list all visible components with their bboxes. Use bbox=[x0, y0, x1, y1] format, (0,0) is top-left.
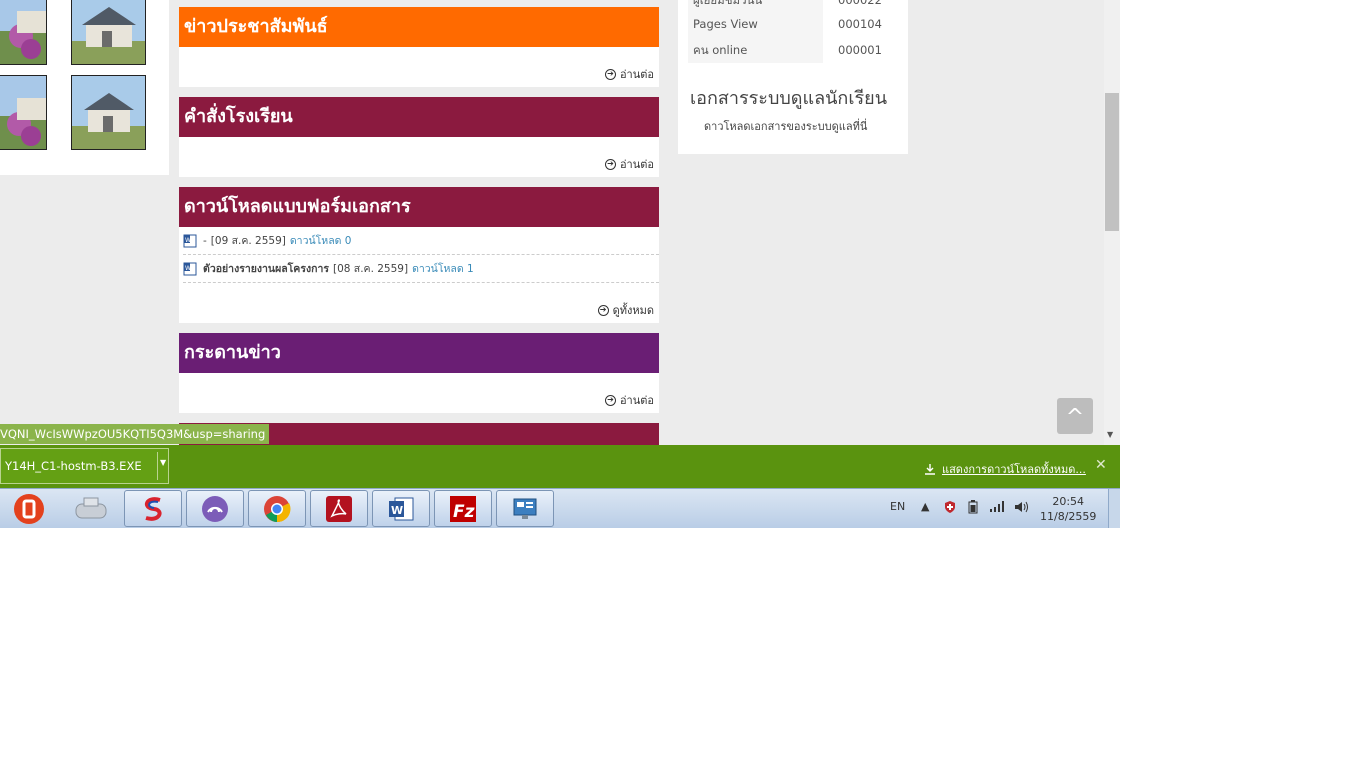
section-header: คำสั่งโรงเรียน bbox=[179, 97, 659, 137]
download-icon bbox=[925, 464, 935, 475]
gallery-thumbnail[interactable] bbox=[0, 75, 47, 150]
download-date: [09 ส.ค. 2559] bbox=[210, 235, 286, 247]
student-care-heading: เอกสารระบบดูแลนักเรียน bbox=[690, 88, 888, 109]
read-more-label: อ่านต่อ bbox=[619, 68, 654, 81]
windows-taskbar: W Fz EN ▲ 20:54 11/8/2559 bbox=[0, 488, 1120, 528]
arrow-right-icon: ➔ bbox=[604, 68, 616, 80]
read-more-label: อ่านต่อ bbox=[619, 158, 654, 171]
student-care-download-link[interactable]: ดาวโหลดเอกสารของระบบดูแลที่นี่ bbox=[704, 117, 867, 135]
section-header: กระดานข่าว bbox=[179, 333, 659, 373]
bulletin-board-section: กระดานข่าว ➔ อ่านต่อ bbox=[179, 333, 659, 413]
download-date: [08 ส.ค. 2559] bbox=[333, 263, 409, 275]
gallery-thumbnail[interactable] bbox=[0, 0, 47, 65]
stat-value: 000104 bbox=[838, 17, 882, 31]
download-forms-section: ดาวน์โหลดแบบฟอร์มเอกสาร W - [09 ส.ค. 255… bbox=[179, 187, 659, 323]
filezilla-icon[interactable]: Fz bbox=[434, 490, 492, 527]
read-more-link[interactable]: ➔ อ่านต่อ bbox=[604, 155, 654, 173]
view-all-link[interactable]: ➔ ดูทั้งหมด bbox=[597, 301, 654, 319]
section-header: ดาวน์โหลดแบบฟอร์มเอกสาร bbox=[179, 187, 659, 227]
stat-label: Pages View bbox=[688, 11, 823, 37]
word-document-icon: W bbox=[183, 234, 197, 247]
clock-date: 11/8/2559 bbox=[1040, 510, 1097, 523]
read-more-link[interactable]: ➔ อ่านต่อ bbox=[604, 65, 654, 83]
clock-time: 20:54 bbox=[1052, 495, 1085, 508]
scrollbar-thumb[interactable] bbox=[1105, 93, 1119, 231]
show-all-label: แสดงการดาวน์โหลดทั้งหมด... bbox=[942, 463, 1086, 476]
pr-news-section: ข่าวประชาสัมพันธ์ ➔ อ่านต่อ bbox=[179, 7, 659, 87]
arrow-right-icon: ➔ bbox=[604, 158, 616, 170]
arrow-right-icon: ➔ bbox=[604, 394, 616, 406]
svg-text:W: W bbox=[185, 237, 191, 244]
language-indicator[interactable]: EN bbox=[890, 500, 905, 513]
signal-strength-icon[interactable] bbox=[990, 500, 1006, 515]
vertical-scrollbar[interactable]: ▼ bbox=[1104, 0, 1120, 445]
download-file-name[interactable]: Y14H_C1-hostm-B3.EXE bbox=[5, 449, 142, 483]
gallery-thumbnail[interactable] bbox=[71, 0, 146, 65]
word-document-icon: W bbox=[183, 262, 197, 275]
svg-text:Fz: Fz bbox=[453, 502, 475, 522]
photo-gallery bbox=[0, 0, 169, 175]
stat-row: Pages View 000104 bbox=[688, 11, 898, 37]
svg-text:W: W bbox=[391, 504, 403, 517]
chevron-down-icon[interactable]: ▼ bbox=[160, 458, 166, 467]
download-count: ดาวน์โหลด 0 bbox=[289, 235, 352, 247]
school-orders-section: คำสั่งโรงเรียน ➔ อ่านต่อ bbox=[179, 97, 659, 177]
divider bbox=[157, 452, 158, 480]
download-count: ดาวน์โหลด 1 bbox=[412, 263, 474, 275]
clock[interactable]: 20:54 11/8/2559 bbox=[1040, 494, 1096, 524]
network-manager-icon[interactable] bbox=[496, 490, 554, 527]
stat-row: คน online 000001 bbox=[688, 37, 898, 63]
gallery-thumbnail[interactable] bbox=[71, 75, 146, 150]
download-row[interactable]: W ตัวอย่างรายงานผลโครงการ [08 ส.ค. 2559]… bbox=[183, 255, 659, 283]
torrent-icon[interactable] bbox=[186, 490, 244, 527]
download-item[interactable]: Y14H_C1-hostm-B3.EXE ▼ bbox=[0, 448, 169, 484]
s-app-icon[interactable] bbox=[124, 490, 182, 527]
read-more-link[interactable]: ➔ อ่านต่อ bbox=[604, 391, 654, 409]
status-bar-url: VQNI_WcIsWWpzOU5KQTI5Q3M&usp=sharing bbox=[0, 424, 270, 444]
acrobat-icon[interactable] bbox=[310, 490, 368, 527]
show-desktop-button[interactable] bbox=[1108, 489, 1120, 528]
stat-label: คน online bbox=[688, 37, 823, 63]
chrome-icon[interactable] bbox=[248, 490, 306, 527]
security-shield-icon[interactable] bbox=[943, 500, 957, 517]
usb-drive-icon[interactable] bbox=[62, 490, 120, 527]
battery-icon[interactable] bbox=[968, 500, 978, 517]
download-title[interactable]: - bbox=[203, 235, 207, 247]
back-to-top-button[interactable]: ^ bbox=[1057, 398, 1093, 434]
arrow-right-icon: ➔ bbox=[597, 304, 609, 316]
download-title[interactable]: ตัวอย่างรายงานผลโครงการ bbox=[203, 260, 329, 277]
close-icon[interactable]: ✕ bbox=[1095, 457, 1107, 473]
office-icon[interactable] bbox=[0, 490, 58, 527]
show-hidden-icons-icon[interactable]: ▲ bbox=[921, 500, 929, 513]
system-tray: EN ▲ 20:54 11/8/2559 bbox=[880, 489, 1110, 528]
side-panel: ผู้เยี่ยมชมวันนี้ 000022 Pages View 0001… bbox=[678, 0, 908, 154]
scroll-down-arrow-icon[interactable]: ▼ bbox=[1107, 430, 1113, 439]
screen: ข่าวประชาสัมพันธ์ ➔ อ่านต่อ คำสั่งโรงเรี… bbox=[0, 0, 1120, 528]
browser-viewport: ข่าวประชาสัมพันธ์ ➔ อ่านต่อ คำสั่งโรงเรี… bbox=[0, 0, 1104, 445]
download-row[interactable]: W - [09 ส.ค. 2559] ดาวน์โหลด 0 bbox=[183, 227, 659, 255]
volume-icon[interactable] bbox=[1014, 500, 1030, 517]
word-icon[interactable]: W bbox=[372, 490, 430, 527]
stat-value: 000001 bbox=[838, 43, 882, 57]
view-all-label: ดูทั้งหมด bbox=[612, 304, 654, 317]
read-more-label: อ่านต่อ bbox=[619, 394, 654, 407]
download-bar: Y14H_C1-hostm-B3.EXE ▼ แสดงการดาวน์โหลดท… bbox=[0, 445, 1120, 488]
svg-text:W: W bbox=[185, 265, 191, 272]
section-header: ข่าวประชาสัมพันธ์ bbox=[179, 7, 659, 47]
show-all-downloads-link[interactable]: แสดงการดาวน์โหลดทั้งหมด... bbox=[924, 460, 1086, 478]
